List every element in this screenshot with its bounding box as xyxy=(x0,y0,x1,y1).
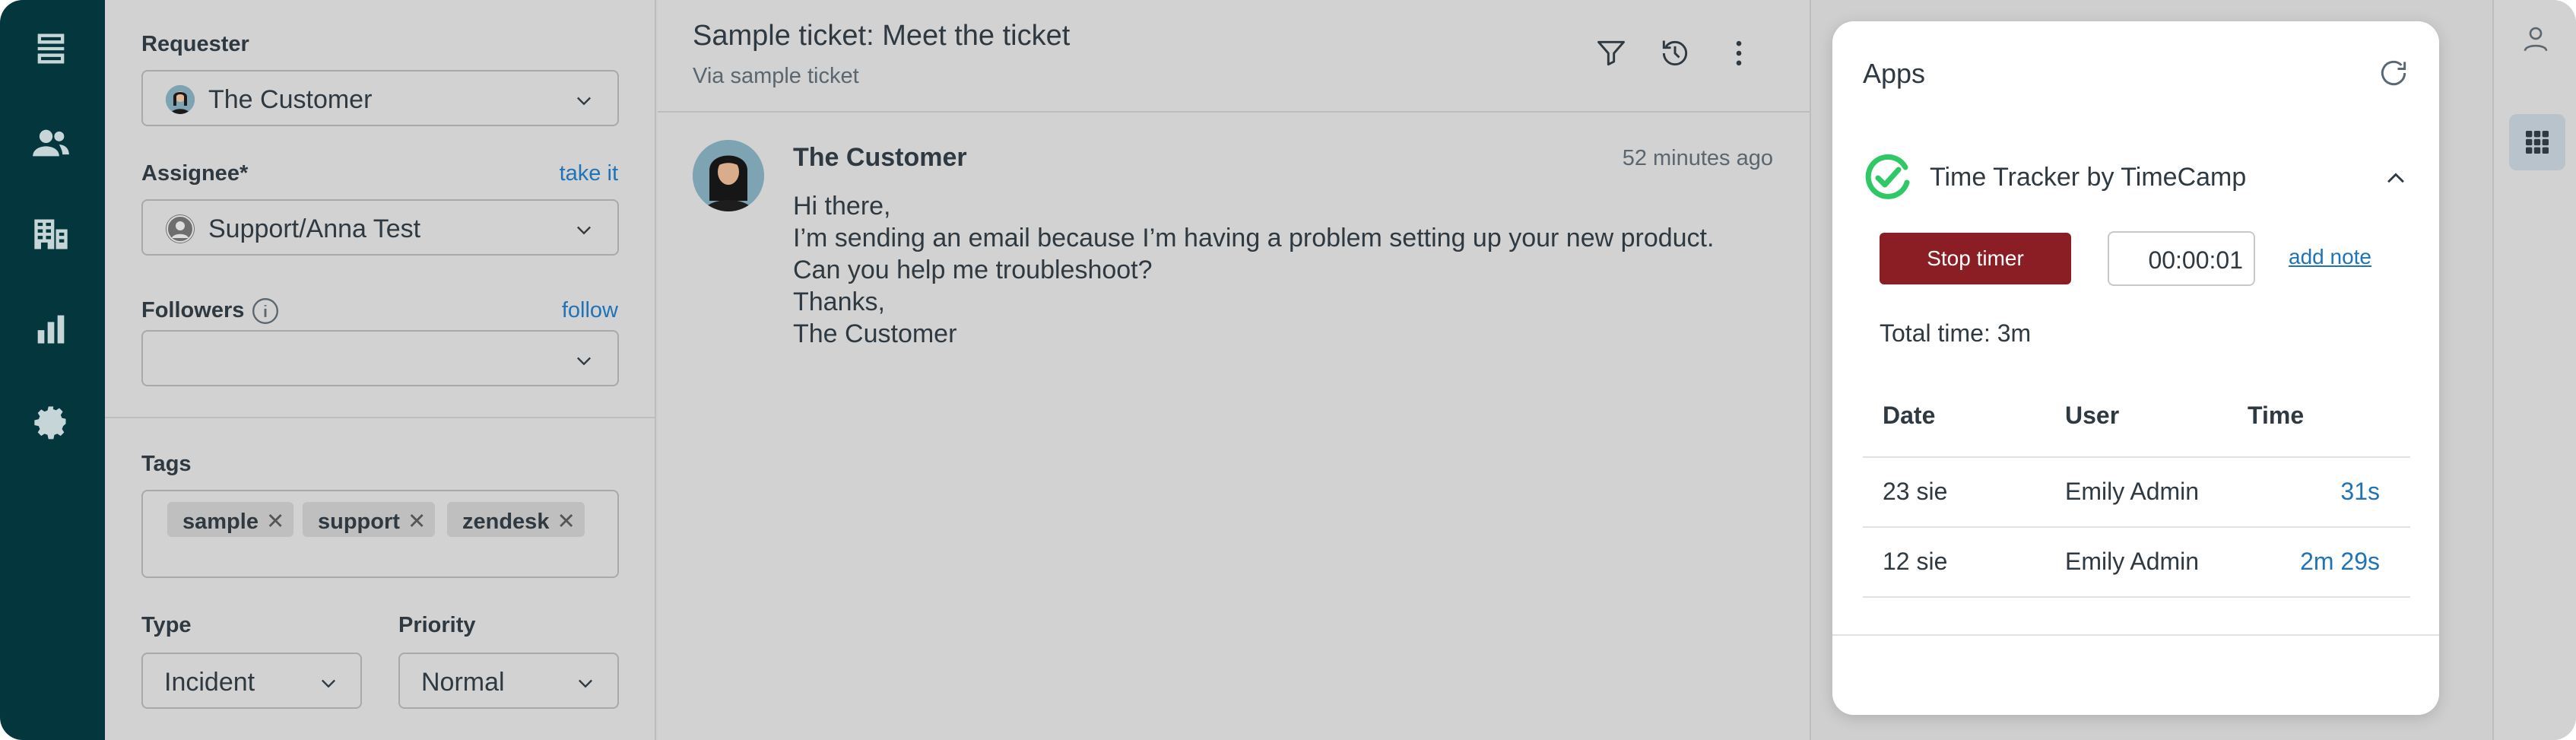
type-select[interactable]: Incident xyxy=(141,653,362,709)
tags-label: Tags xyxy=(141,452,192,476)
remove-tag-icon[interactable]: ✕ xyxy=(557,510,575,534)
priority-select[interactable]: Normal xyxy=(398,653,619,709)
message-line: Thanks, xyxy=(793,287,885,316)
message-line: Can you help me troubleshoot? xyxy=(793,256,1153,284)
conversation-pane: Sample ticket: Meet the ticket Via sampl… xyxy=(658,0,1810,740)
requester-select[interactable]: The Customer xyxy=(141,70,619,126)
organizations-icon[interactable] xyxy=(28,211,74,257)
history-icon[interactable] xyxy=(1658,37,1692,70)
section-divider xyxy=(105,417,656,418)
apps-button[interactable] xyxy=(2509,114,2565,170)
column-header-time: Time xyxy=(2248,402,2305,429)
apps-grid-icon xyxy=(2526,131,2549,154)
ticket-properties-panel: Requester The Customer Assignee* take it… xyxy=(105,0,656,740)
tag-chip[interactable]: sample ✕ xyxy=(167,502,294,537)
row-user: Emily Admin xyxy=(2065,548,2200,575)
apps-title: Apps xyxy=(1863,58,1926,89)
row-date: 23 sie xyxy=(1883,478,1948,505)
column-header-date: Date xyxy=(1883,402,1936,429)
admin-icon[interactable] xyxy=(28,399,74,444)
reporting-icon[interactable] xyxy=(28,306,74,351)
message-line: Hi there, xyxy=(793,192,891,221)
app-frame: Requester The Customer Assignee* take it… xyxy=(0,0,2576,740)
tag-label: support xyxy=(318,510,400,534)
message-author[interactable]: The Customer xyxy=(793,143,967,173)
tag-label: zendesk xyxy=(462,510,550,534)
chevron-down-icon xyxy=(577,226,591,235)
type-label: Type xyxy=(141,613,192,637)
info-icon[interactable] xyxy=(251,297,280,326)
remove-tag-icon[interactable]: ✕ xyxy=(408,510,426,534)
requester-avatar xyxy=(166,85,195,114)
column-header-user: User xyxy=(2065,402,2120,429)
table-divider xyxy=(1863,456,2410,458)
ticket-channel: Via sample ticket xyxy=(693,64,859,88)
context-sidebar xyxy=(2492,0,2576,740)
chevron-down-icon xyxy=(322,679,335,688)
ticket-header: Sample ticket: Meet the ticket Via sampl… xyxy=(658,0,1810,113)
tag-chip[interactable]: zendesk ✕ xyxy=(447,502,585,537)
timer-display: 00:00:01 xyxy=(2108,231,2255,286)
assignee-label: Assignee* xyxy=(141,161,249,186)
chevron-down-icon xyxy=(577,357,591,366)
remove-tag-icon[interactable]: ✕ xyxy=(266,510,284,534)
apps-footer-divider xyxy=(1832,634,2439,636)
message-line: The Customer xyxy=(793,319,957,348)
follow-link[interactable]: follow xyxy=(562,298,618,323)
add-note-link[interactable]: add note xyxy=(2289,245,2371,269)
message-timestamp: 52 minutes ago xyxy=(1622,146,1773,170)
assignee-avatar-icon xyxy=(166,214,195,243)
chevron-down-icon xyxy=(579,679,592,688)
app-name: Time Tracker by TimeCamp xyxy=(1930,163,2247,192)
assignee-value: Support/Anna Test xyxy=(208,214,421,243)
take-it-link[interactable]: take it xyxy=(560,161,618,186)
timecamp-logo-icon xyxy=(1865,154,1910,199)
table-divider xyxy=(1863,596,2410,598)
stop-timer-button[interactable]: Stop timer xyxy=(1880,233,2071,284)
row-time-link[interactable]: 31s xyxy=(2228,478,2380,506)
ticket-title: Sample ticket: Meet the ticket xyxy=(693,20,1071,52)
assignee-select[interactable]: Support/Anna Test xyxy=(141,199,619,256)
table-divider xyxy=(1863,526,2410,528)
type-value: Incident xyxy=(164,668,255,697)
main-nav xyxy=(0,0,105,740)
tags-input[interactable]: sample ✕ support ✕ zendesk ✕ xyxy=(141,490,619,578)
requester-value: The Customer xyxy=(208,85,373,114)
tag-chip[interactable]: support ✕ xyxy=(303,502,436,537)
apps-panel: Apps Time Tracker by TimeCamp Stop timer… xyxy=(1832,21,2439,715)
total-time: Total time: 3m xyxy=(1880,319,2032,347)
requester-label: Requester xyxy=(141,32,249,56)
chevron-down-icon xyxy=(577,97,591,106)
more-options-icon[interactable] xyxy=(1722,37,1756,70)
user-icon[interactable] xyxy=(2520,23,2552,55)
message-line: I’m sending an email because I’m having … xyxy=(793,224,1715,252)
followers-select[interactable] xyxy=(141,330,619,386)
chevron-up-icon[interactable] xyxy=(2383,166,2409,192)
filter-icon[interactable] xyxy=(1594,37,1628,70)
row-time-link[interactable]: 2m 29s xyxy=(2228,548,2380,576)
priority-label: Priority xyxy=(398,613,476,637)
priority-value: Normal xyxy=(421,668,505,697)
row-date: 12 sie xyxy=(1883,548,1948,575)
customer-avatar xyxy=(693,140,764,211)
views-icon[interactable] xyxy=(28,26,74,71)
customers-icon[interactable] xyxy=(28,120,74,166)
refresh-icon[interactable] xyxy=(2377,56,2410,90)
followers-label: Followers xyxy=(141,298,245,322)
row-user: Emily Admin xyxy=(2065,478,2200,505)
tag-label: sample xyxy=(182,510,259,534)
